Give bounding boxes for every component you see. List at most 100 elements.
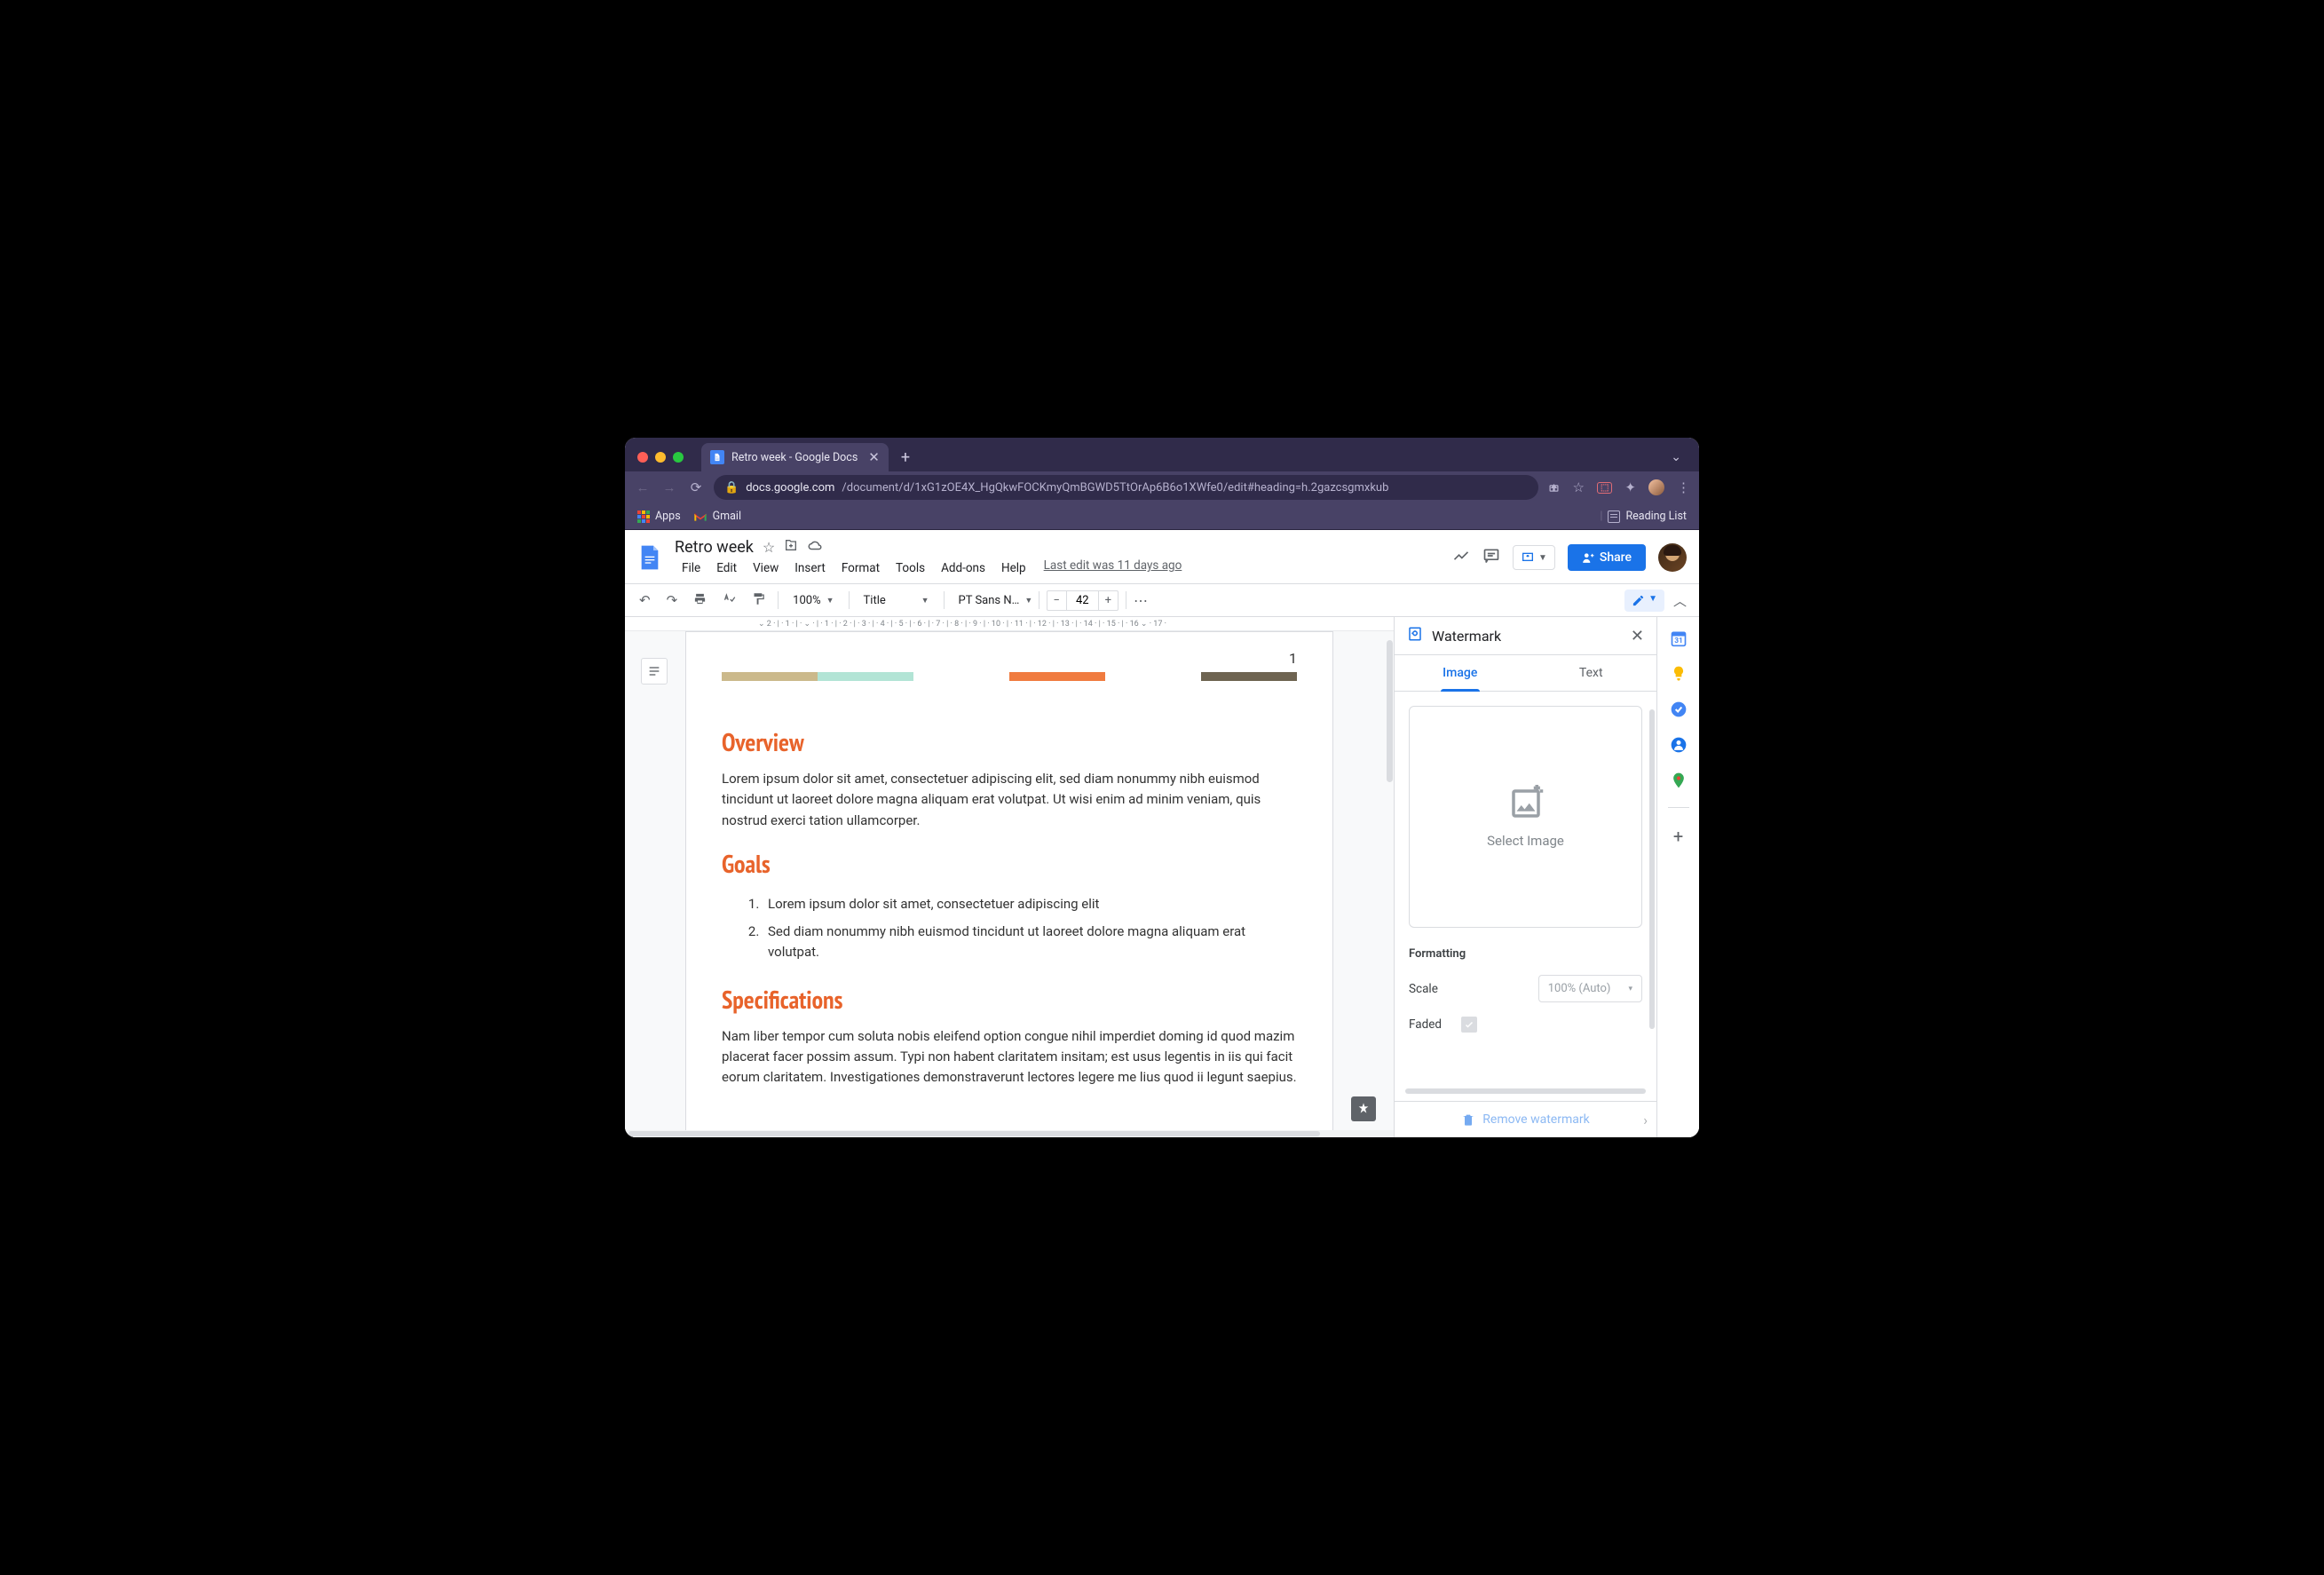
bookmark-star-icon[interactable]: ☆ — [1573, 479, 1585, 495]
minimize-window-button[interactable] — [655, 452, 666, 463]
font-size-control: − 42 + — [1047, 590, 1119, 611]
star-icon[interactable]: ☆ — [763, 539, 775, 556]
heading-specifications: Specifications — [722, 983, 1297, 1016]
move-icon[interactable] — [784, 538, 798, 556]
calendar-icon[interactable]: 31 — [1670, 629, 1688, 647]
tasks-icon[interactable] — [1670, 700, 1688, 718]
menu-help[interactable]: Help — [994, 558, 1033, 578]
close-window-button[interactable] — [637, 452, 648, 463]
tab-image[interactable]: Image — [1395, 655, 1526, 691]
back-button[interactable]: ← — [634, 479, 652, 495]
gmail-bookmark[interactable]: Gmail — [693, 510, 741, 523]
gmail-icon — [693, 511, 707, 522]
browser-tab[interactable]: Retro week - Google Docs ✕ — [701, 443, 889, 471]
toolbar-more-icon[interactable]: ⋯ — [1134, 592, 1150, 609]
share-page-icon[interactable] — [1547, 479, 1561, 496]
panel-scrollbar[interactable] — [1649, 709, 1655, 1029]
new-tab-button[interactable]: + — [894, 448, 917, 467]
close-panel-icon[interactable]: ✕ — [1631, 627, 1644, 645]
faded-label: Faded — [1409, 1017, 1442, 1032]
paint-format-button[interactable] — [747, 589, 771, 613]
font-size-decrease[interactable]: − — [1047, 591, 1066, 610]
apps-grid-icon — [637, 510, 650, 523]
select-image-dropzone[interactable]: Select Image — [1409, 706, 1642, 928]
share-button[interactable]: Share — [1568, 544, 1646, 571]
menu-format[interactable]: Format — [834, 558, 887, 578]
list-item: Lorem ipsum dolor sit amet, consectetuer… — [763, 890, 1297, 918]
font-size-increase[interactable]: + — [1099, 591, 1118, 610]
vertical-scrollbar[interactable] — [1387, 640, 1393, 782]
address-bar[interactable]: 🔒 docs.google.com/document/d/1xG1zOE4X_H… — [714, 475, 1538, 500]
menu-view[interactable]: View — [746, 558, 786, 578]
present-button[interactable]: ▼ — [1513, 545, 1555, 570]
overview-body: Lorem ipsum dolor sit amet, consectetuer… — [722, 769, 1297, 831]
menu-edit[interactable]: Edit — [709, 558, 744, 578]
scale-select[interactable]: 100% (Auto) ▾ — [1538, 975, 1642, 1002]
maps-icon[interactable] — [1670, 772, 1688, 789]
document-page[interactable]: 1 Overview Lorem ipsum dolor sit amet, c… — [685, 631, 1333, 1130]
font-size-input[interactable]: 42 — [1066, 591, 1099, 610]
collapse-toolbar-icon[interactable]: ︿ — [1670, 588, 1690, 613]
redo-button[interactable]: ↷ — [661, 589, 684, 612]
undo-button[interactable]: ↶ — [634, 589, 656, 612]
add-addon-icon[interactable]: + — [1673, 826, 1683, 847]
select-image-label: Select Image — [1487, 833, 1564, 849]
list-item: Sed diam nonummy nibh euismod tincidunt … — [763, 918, 1297, 967]
menu-file[interactable]: File — [675, 558, 707, 578]
docs-home-icon[interactable] — [634, 542, 666, 574]
svg-text:31: 31 — [1674, 637, 1683, 645]
reading-list-icon — [1608, 510, 1620, 523]
menu-addons[interactable]: Add-ons — [934, 558, 992, 578]
maximize-window-button[interactable] — [673, 452, 684, 463]
page-number: 1 — [722, 650, 1297, 667]
reload-button[interactable]: ⟳ — [687, 479, 705, 495]
color-divider — [722, 672, 1297, 681]
profile-avatar-icon[interactable] — [1648, 479, 1664, 495]
tab-text[interactable]: Text — [1526, 655, 1657, 691]
document-title[interactable]: Retro week — [675, 538, 754, 557]
expand-panel-icon[interactable]: › — [1643, 1112, 1648, 1128]
menu-tools[interactable]: Tools — [889, 558, 932, 578]
extension-badge-icon[interactable]: ⬚ — [1597, 482, 1612, 494]
editing-mode-button[interactable]: ▼ — [1624, 590, 1664, 612]
watermark-icon — [1407, 626, 1423, 645]
contacts-icon[interactable] — [1670, 736, 1688, 754]
formatting-heading: Formatting — [1409, 947, 1642, 961]
activity-icon[interactable] — [1452, 547, 1470, 569]
remove-watermark-button[interactable]: Remove watermark › — [1395, 1101, 1656, 1137]
tabs-dropdown-icon[interactable]: ⌄ — [1662, 450, 1690, 464]
extensions-icon[interactable]: ✦ — [1624, 479, 1636, 495]
menu-insert[interactable]: Insert — [787, 558, 833, 578]
docs-favicon — [710, 450, 724, 464]
goals-list: Lorem ipsum dolor sit amet, consectetuer… — [722, 890, 1297, 967]
lock-icon: 🔒 — [724, 481, 739, 495]
menu-bar: File Edit View Insert Format Tools Add-o… — [675, 558, 1182, 578]
browser-menu-icon[interactable]: ⋮ — [1677, 479, 1690, 495]
forward-button[interactable]: → — [660, 479, 678, 495]
panel-horizontal-scrollbar[interactable] — [1405, 1088, 1646, 1094]
print-button[interactable] — [688, 589, 712, 613]
close-tab-icon[interactable]: ✕ — [868, 449, 880, 465]
comments-icon[interactable] — [1482, 547, 1500, 569]
scale-label: Scale — [1409, 982, 1438, 996]
reading-list-button[interactable]: | Reading List — [1600, 510, 1687, 523]
zoom-select[interactable]: 100%▼ — [786, 590, 841, 611]
apps-bookmark[interactable]: Apps — [637, 510, 681, 523]
side-panel-rail: 31 + — [1656, 617, 1699, 1137]
spellcheck-button[interactable] — [717, 589, 741, 613]
tab-strip: Retro week - Google Docs ✕ + ⌄ — [625, 438, 1699, 471]
heading-overview: Overview — [722, 725, 1297, 758]
toolbar: ↶ ↷ 100%▼ Title▼ PT Sans N…▼ − 42 + ⋯ ▼ — [625, 583, 1699, 617]
horizontal-scrollbar[interactable] — [625, 1130, 1394, 1137]
faded-checkbox[interactable] — [1461, 1017, 1477, 1033]
window-controls — [637, 452, 684, 463]
font-select[interactable]: PT Sans N…▼ — [952, 590, 1032, 611]
last-edit-link[interactable]: Last edit was 11 days ago — [1044, 558, 1182, 578]
cloud-status-icon[interactable] — [807, 537, 823, 557]
account-avatar[interactable] — [1658, 543, 1687, 572]
explore-button[interactable] — [1351, 1096, 1376, 1121]
keep-icon[interactable] — [1670, 665, 1688, 683]
style-select[interactable]: Title▼ — [857, 590, 937, 611]
show-outline-button[interactable] — [641, 658, 668, 685]
horizontal-ruler[interactable]: ⌄ 2 · | · 1 · | · ⌄ · | · 1 · | · 2 · | … — [625, 617, 1394, 631]
